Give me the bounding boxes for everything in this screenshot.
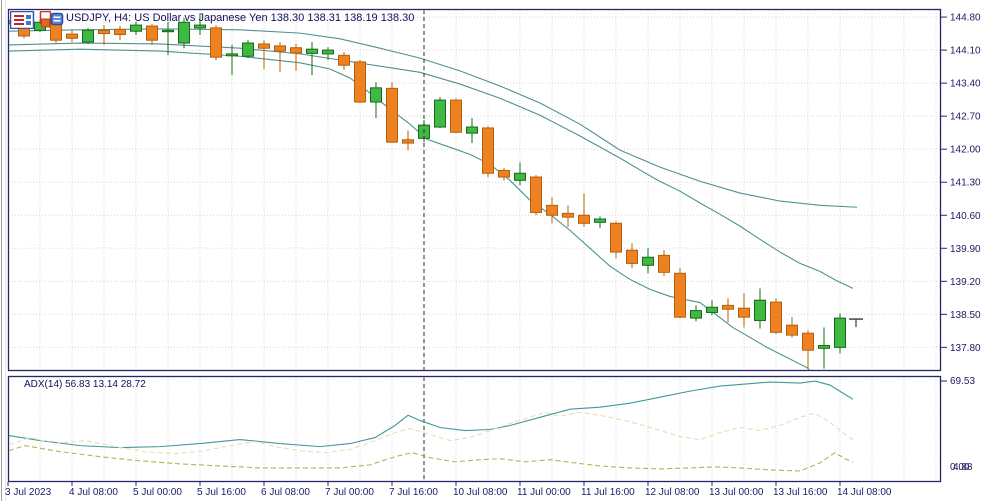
candle-body xyxy=(386,87,398,143)
time-axis-label: 11 Jul 16:00 xyxy=(581,487,635,498)
candle-body xyxy=(546,204,558,216)
candle-body xyxy=(642,256,654,266)
candle-body xyxy=(178,21,190,44)
price-axis-label: 142.00 xyxy=(950,145,981,156)
candle-body xyxy=(610,222,622,253)
time-axis-label: 7 Jul 16:00 xyxy=(389,487,438,498)
price-axis-label: 139.20 xyxy=(950,277,981,288)
adx-axis-min-label: 0.00 4.88 xyxy=(950,462,990,476)
candle-body xyxy=(258,43,270,49)
candle-body xyxy=(306,48,318,54)
candle-body xyxy=(770,301,782,333)
price-axis: 144.80 144.10 143.40 142.70 142.00 141.30 140.… xyxy=(941,13,981,382)
candle-body xyxy=(562,212,574,218)
candle-body xyxy=(802,332,814,351)
candle-body xyxy=(738,307,750,318)
candle-body xyxy=(194,24,206,29)
candle-body xyxy=(98,29,110,35)
time-axis-label: 5 Jul 00:00 xyxy=(133,487,182,498)
time-axis-label: 5 Jul 16:00 xyxy=(197,487,246,498)
time-axis-label: 10 Jul 08:00 xyxy=(453,487,508,498)
time-axis-label: 7 Jul 00:00 xyxy=(325,487,374,498)
candle-body xyxy=(786,324,798,336)
candle-body xyxy=(242,42,254,57)
adx-panel[interactable] xyxy=(7,375,942,483)
candle-body xyxy=(290,47,302,54)
time-axis-label: 3 Jul 2023 xyxy=(5,487,52,498)
chart-corner-icons xyxy=(9,10,64,30)
price-axis-label: 141.30 xyxy=(950,178,981,189)
candle-body xyxy=(322,49,334,55)
candle-body xyxy=(130,24,142,32)
candle-body xyxy=(370,87,382,103)
price-axis-label: 140.60 xyxy=(950,211,981,222)
price-axis-label: 143.40 xyxy=(950,79,981,90)
candle-body xyxy=(226,53,238,57)
price-axis-label: 144.80 xyxy=(950,13,981,24)
bar-chart-icon xyxy=(39,10,64,28)
candle-body xyxy=(754,299,766,321)
candle-body xyxy=(354,61,366,103)
adx-axis-max-label: 69.53 xyxy=(950,376,976,387)
candle-body xyxy=(834,317,846,348)
trading-chart-window: 144.80 144.10 143.40 142.70 142.00 141.30 140.… xyxy=(0,0,997,501)
candle-body xyxy=(402,139,414,144)
price-axis-label: 139.90 xyxy=(950,244,981,255)
time-axis-label: 13 Jul 00:00 xyxy=(709,487,764,498)
candle-body xyxy=(626,249,638,264)
candle-body xyxy=(514,172,526,181)
time-axis-label: 11 Jul 00:00 xyxy=(517,487,571,498)
candle-body xyxy=(722,304,734,310)
candle-body xyxy=(578,214,590,224)
adx-axis-min-value-overlap: 4.88 xyxy=(953,462,973,473)
candle-body xyxy=(434,99,446,128)
candle-body xyxy=(210,27,222,58)
time-axis: 3 Jul 2023 4 Jul 08:00 5 Jul 00:00 5 Jul 16… xyxy=(5,482,892,498)
candle-body xyxy=(162,29,174,33)
candle-body xyxy=(690,310,702,319)
candle-body xyxy=(82,29,94,43)
price-axis-label: 142.70 xyxy=(950,112,981,123)
icons-canvas xyxy=(9,10,64,30)
candle-body xyxy=(274,45,286,52)
time-axis-label: 4 Jul 08:00 xyxy=(69,487,118,498)
chart-title: USDJPY, H4: US Dollar vs Japanese Yen 13… xyxy=(66,12,415,24)
tick-list-icon xyxy=(9,10,35,30)
candle-body xyxy=(658,254,670,273)
candle-body xyxy=(530,176,542,213)
candle-body xyxy=(450,99,462,133)
candle-body xyxy=(498,169,510,178)
candle-body xyxy=(594,218,606,223)
candle-body xyxy=(706,306,718,313)
time-axis-label: 6 Jul 08:00 xyxy=(261,487,310,498)
chart-canvas[interactable]: 144.80 144.10 143.40 142.70 142.00 141.30 140.… xyxy=(0,0,997,501)
price-axis-label: 144.10 xyxy=(950,46,981,57)
candle-body xyxy=(114,28,126,36)
candle-body xyxy=(466,126,478,134)
candle-body xyxy=(66,33,78,39)
time-axis-label: 14 Jul 08:00 xyxy=(837,487,892,498)
adx-indicator-label: ADX(14) 56.83 13.14 28.72 xyxy=(24,379,146,390)
candle-body xyxy=(146,25,158,41)
candle-body xyxy=(818,344,830,349)
candle-body xyxy=(674,272,686,318)
candle-body xyxy=(338,54,350,66)
price-axis-label: 138.50 xyxy=(950,310,981,321)
candle-body xyxy=(482,127,494,174)
price-axis-label: 137.80 xyxy=(950,343,981,354)
main-panel[interactable] xyxy=(7,8,942,372)
time-axis-label: 13 Jul 16:00 xyxy=(773,487,828,498)
time-axis-label: 12 Jul 08:00 xyxy=(645,487,700,498)
